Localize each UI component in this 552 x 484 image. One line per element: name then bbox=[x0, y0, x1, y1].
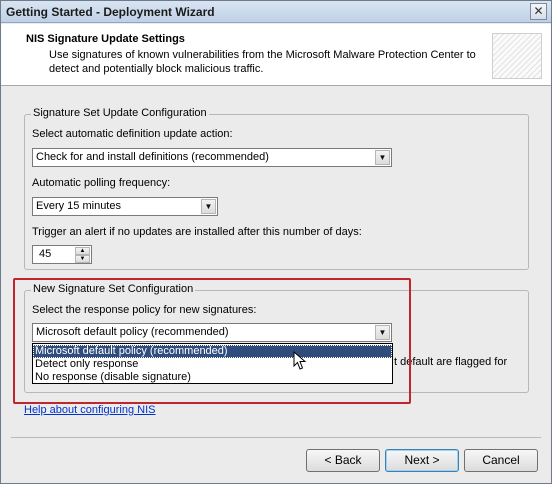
chevron-down-icon[interactable]: ▼ bbox=[375, 150, 390, 165]
spin-up-icon[interactable]: ▲ bbox=[75, 247, 90, 255]
polling-frequency-select[interactable]: Every 15 minutes ▼ bbox=[32, 197, 218, 216]
update-action-value: Check for and install definitions (recom… bbox=[36, 151, 269, 163]
cancel-button[interactable]: Cancel bbox=[464, 449, 538, 472]
highlight-annotation bbox=[13, 278, 411, 404]
footer-divider bbox=[11, 437, 541, 438]
polling-frequency-value: Every 15 minutes bbox=[36, 200, 121, 212]
signature-update-legend: Signature Set Update Configuration bbox=[31, 107, 209, 119]
close-button[interactable]: ✕ bbox=[530, 3, 547, 20]
close-icon: ✕ bbox=[533, 4, 544, 18]
update-action-label: Select automatic definition update actio… bbox=[32, 128, 233, 140]
back-button[interactable]: < Back bbox=[306, 449, 380, 472]
next-button[interactable]: Next > bbox=[385, 449, 459, 472]
alert-days-value: 45 bbox=[39, 248, 52, 260]
header-graphic-icon bbox=[492, 33, 542, 79]
alert-days-label: Trigger an alert if no updates are insta… bbox=[32, 226, 362, 238]
title-bar[interactable]: Getting Started - Deployment Wizard ✕ bbox=[1, 1, 551, 23]
wizard-window: Getting Started - Deployment Wizard ✕ NI… bbox=[0, 0, 552, 484]
spin-down-icon[interactable]: ▼ bbox=[75, 255, 90, 263]
chevron-down-icon[interactable]: ▼ bbox=[201, 199, 216, 214]
update-action-select[interactable]: Check for and install definitions (recom… bbox=[32, 148, 392, 167]
wizard-header: NIS Signature Update Settings Use signat… bbox=[1, 24, 551, 86]
page-title: NIS Signature Update Settings bbox=[26, 33, 185, 45]
alert-days-stepper[interactable]: 45 ▲ ▼ bbox=[32, 245, 92, 264]
window-title: Getting Started - Deployment Wizard bbox=[6, 5, 215, 19]
page-description: Use signatures of known vulnerabilities … bbox=[49, 49, 476, 75]
polling-frequency-label: Automatic polling frequency: bbox=[32, 177, 171, 189]
help-link[interactable]: Help about configuring NIS bbox=[24, 404, 155, 416]
